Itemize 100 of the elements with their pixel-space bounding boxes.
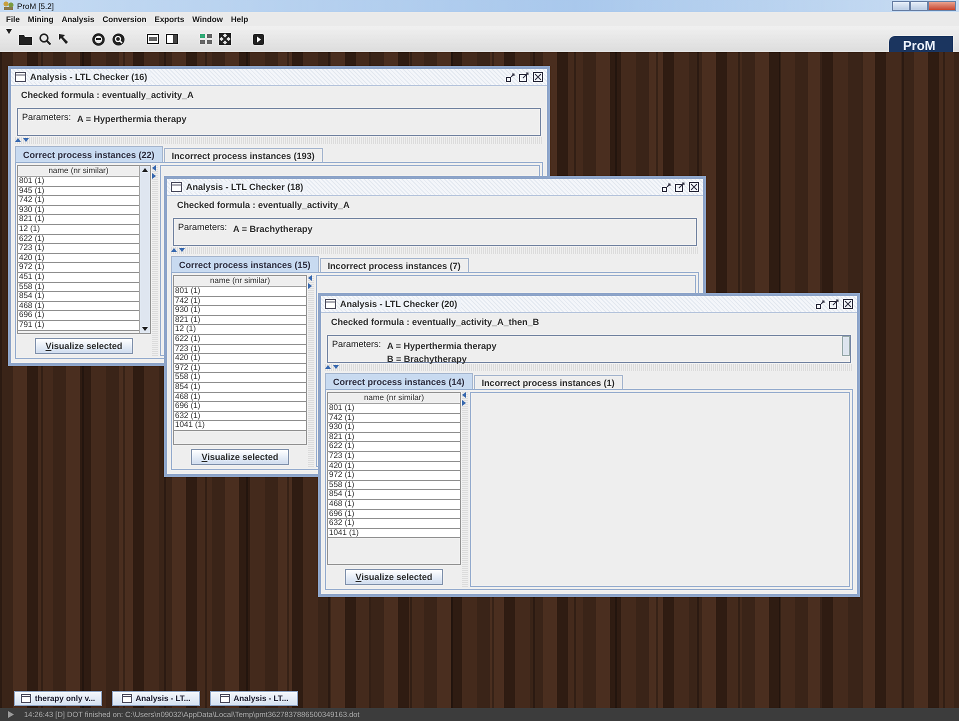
folder-icon[interactable] xyxy=(19,34,32,44)
list-row[interactable]: 632 (1) xyxy=(174,412,306,422)
minimize-icon[interactable] xyxy=(662,182,671,192)
dropdown-arrow-icon[interactable] xyxy=(6,29,12,34)
splitter-arrows-icon[interactable] xyxy=(152,165,157,179)
maximize-button[interactable] xyxy=(910,1,928,11)
list-row[interactable]: 821 (1) xyxy=(18,215,139,225)
list-row[interactable]: 12 (1) xyxy=(18,224,139,235)
tab[interactable]: Correct process instances (15) xyxy=(171,256,319,272)
minimize-icon[interactable] xyxy=(506,72,515,82)
list-row[interactable]: 622 (1) xyxy=(18,234,139,244)
maximize-icon[interactable] xyxy=(675,182,685,192)
list-row[interactable]: 468 (1) xyxy=(18,302,139,312)
list-row[interactable]: 468 (1) xyxy=(328,500,460,510)
list-row[interactable]: 742 (1) xyxy=(174,296,306,306)
visualize-button[interactable]: Visualize selected xyxy=(34,338,134,354)
taskbar-button[interactable]: therapy only v... xyxy=(14,691,102,706)
splitter-arrows-icon[interactable] xyxy=(171,248,185,253)
play-icon[interactable] xyxy=(253,34,264,44)
tab[interactable]: Correct process instances (22) xyxy=(15,146,163,162)
list-row[interactable]: 723 (1) xyxy=(174,344,306,354)
list-row[interactable]: 632 (1) xyxy=(328,519,460,529)
menu-item[interactable]: Help xyxy=(230,14,248,24)
list-row[interactable]: 854 (1) xyxy=(328,490,460,500)
taskbar-button[interactable]: Analysis - LT... xyxy=(112,691,200,706)
list-row[interactable]: 930 (1) xyxy=(174,306,306,316)
menu-item[interactable]: Exports xyxy=(154,14,184,24)
scrollbar[interactable] xyxy=(139,166,150,333)
list-row[interactable]: 801 (1) xyxy=(174,287,306,297)
list-row[interactable]: 420 (1) xyxy=(328,462,460,472)
list-row[interactable]: 420 (1) xyxy=(18,254,139,264)
menu-item[interactable]: Mining xyxy=(28,14,54,24)
list-row[interactable]: 930 (1) xyxy=(18,206,139,216)
list-row[interactable]: 451 (1) xyxy=(18,272,139,283)
list-row[interactable]: 1041 (1) xyxy=(174,421,306,431)
grid-icon[interactable] xyxy=(200,34,212,44)
circle-icon[interactable] xyxy=(92,32,105,46)
panel-icon[interactable] xyxy=(147,34,159,44)
taskbar-button[interactable]: Analysis - LT... xyxy=(210,691,298,706)
close-icon[interactable] xyxy=(533,72,543,82)
menu-item[interactable]: Analysis xyxy=(62,14,94,24)
splitter-arrows-icon[interactable] xyxy=(462,392,467,406)
list-row[interactable]: 742 (1) xyxy=(18,196,139,206)
list-row[interactable]: 696 (1) xyxy=(18,311,139,321)
tab[interactable]: Incorrect process instances (1) xyxy=(474,375,623,389)
list-row[interactable]: 696 (1) xyxy=(328,510,460,520)
maximize-icon[interactable] xyxy=(519,72,529,82)
list-row[interactable]: 12 (1) xyxy=(174,325,306,335)
side-panel-icon[interactable] xyxy=(166,34,178,44)
expand-icon[interactable] xyxy=(219,33,231,45)
column-header[interactable]: name (nr similar) xyxy=(18,166,139,177)
search-icon[interactable] xyxy=(39,33,51,45)
list-row[interactable]: 558 (1) xyxy=(18,282,139,292)
list-row[interactable]: 854 (1) xyxy=(174,382,306,393)
close-icon[interactable] xyxy=(843,299,853,309)
list-row[interactable]: 1041 (1) xyxy=(328,528,460,538)
list-row[interactable]: 468 (1) xyxy=(174,392,306,402)
list-row[interactable]: 420 (1) xyxy=(174,354,306,364)
menu-item[interactable]: File xyxy=(6,14,20,24)
list-row[interactable]: 558 (1) xyxy=(328,480,460,490)
scroll-down-icon[interactable] xyxy=(141,325,149,333)
list-row[interactable]: 558 (1) xyxy=(174,373,306,383)
magnifier-circle-icon[interactable] xyxy=(112,32,125,46)
list-row[interactable]: 742 (1) xyxy=(328,414,460,424)
column-header[interactable]: name (nr similar) xyxy=(328,393,460,404)
list-row[interactable]: 854 (1) xyxy=(18,292,139,302)
tab[interactable]: Incorrect process instances (7) xyxy=(320,258,469,272)
cursor-icon[interactable] xyxy=(58,33,70,45)
visualize-button[interactable]: Visualize selected xyxy=(190,449,290,465)
list-row[interactable]: 622 (1) xyxy=(174,334,306,345)
splitter-arrows-icon[interactable] xyxy=(15,138,29,143)
list-row[interactable]: 791 (1) xyxy=(18,320,139,330)
minimize-icon[interactable] xyxy=(816,300,825,308)
menu-item[interactable]: Window xyxy=(192,14,223,24)
column-header[interactable]: name (nr similar) xyxy=(174,276,306,287)
list-row[interactable]: 930 (1) xyxy=(328,423,460,433)
list-row[interactable]: 972 (1) xyxy=(328,471,460,481)
menu-item[interactable]: Conversion xyxy=(102,14,146,24)
list-row[interactable]: 696 (1) xyxy=(174,402,306,412)
tab[interactable]: Correct process instances (14) xyxy=(325,373,473,389)
list-row[interactable]: 972 (1) xyxy=(174,364,306,374)
expand-arrow-icon[interactable] xyxy=(8,711,14,718)
list-row[interactable]: 821 (1) xyxy=(328,432,460,442)
visualize-button[interactable]: Visualize selected xyxy=(344,569,444,585)
list-row[interactable]: 972 (1) xyxy=(18,263,139,273)
tab[interactable]: Incorrect process instances (193) xyxy=(164,148,323,162)
scrollbar[interactable] xyxy=(842,336,850,356)
maximize-icon[interactable] xyxy=(829,299,839,309)
close-icon[interactable] xyxy=(689,182,699,192)
list-row[interactable]: 723 (1) xyxy=(18,244,139,254)
list-row[interactable]: 723 (1) xyxy=(328,452,460,462)
splitter-arrows-icon[interactable] xyxy=(325,365,339,370)
list-row[interactable]: 622 (1) xyxy=(328,442,460,452)
list-row[interactable]: 821 (1) xyxy=(174,316,306,326)
minimize-button[interactable] xyxy=(892,1,910,11)
list-row[interactable]: 801 (1) xyxy=(328,404,460,414)
list-row[interactable]: 945 (1) xyxy=(18,186,139,196)
scroll-up-icon[interactable] xyxy=(141,166,149,174)
splitter-arrows-icon[interactable] xyxy=(308,275,313,289)
list-row[interactable]: 801 (1) xyxy=(18,177,139,187)
